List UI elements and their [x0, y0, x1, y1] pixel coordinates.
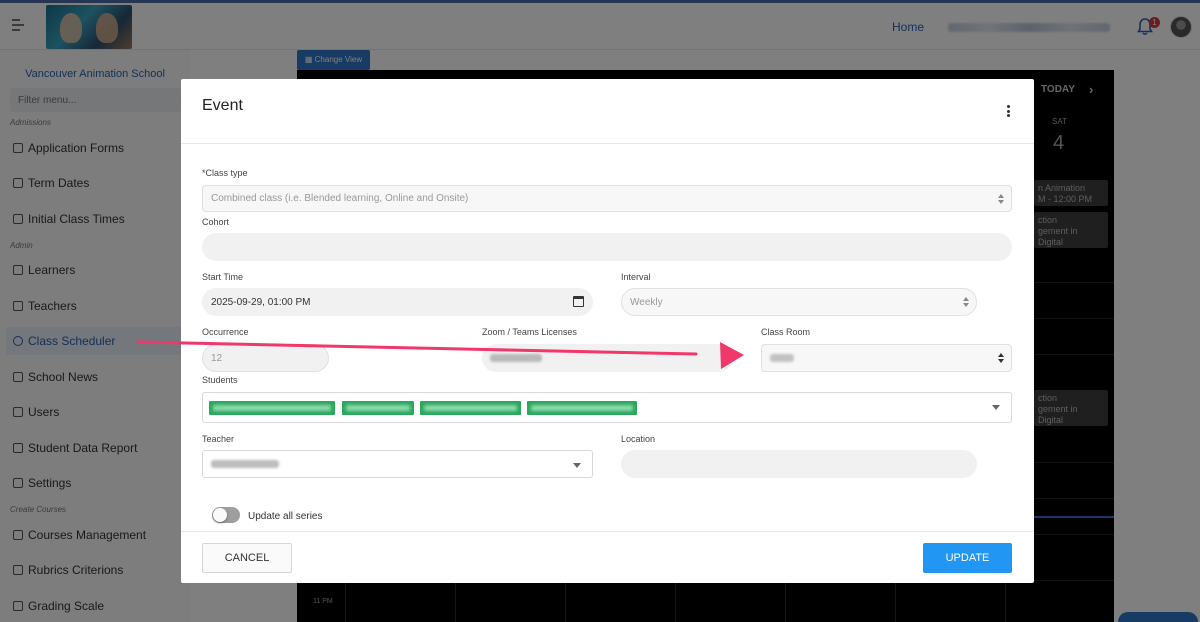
- class-type-label: *Class type: [202, 168, 248, 178]
- class-room-select[interactable]: [761, 344, 1012, 372]
- occurrence-label: Occurrence: [202, 327, 249, 337]
- update-all-series-toggle[interactable]: [212, 507, 240, 523]
- student-chip[interactable]: [527, 401, 637, 415]
- students-label: Students: [202, 375, 238, 385]
- class-type-select[interactable]: Combined class (i.e. Blended learning, O…: [202, 185, 1012, 212]
- zoom-licenses-label: Zoom / Teams Licenses: [482, 327, 577, 337]
- update-button[interactable]: UPDATE: [923, 543, 1012, 573]
- chevron-down-icon[interactable]: [573, 463, 581, 468]
- cohort-label: Cohort: [202, 217, 230, 227]
- class-room-label: Class Room: [761, 327, 811, 337]
- class-room-blurred: [770, 354, 794, 362]
- student-chip[interactable]: [342, 401, 414, 415]
- select-arrows-icon: [998, 194, 1004, 206]
- event-modal: Event *Class type Combined class (i.e. B…: [181, 79, 1034, 583]
- interval-label: Interval: [621, 272, 651, 282]
- occurrence-value: 12: [211, 352, 223, 364]
- interval-value: Weekly: [630, 296, 663, 308]
- occurrence-input[interactable]: 12: [202, 344, 329, 372]
- student-chip[interactable]: [209, 401, 335, 415]
- cancel-button[interactable]: CANCEL: [202, 543, 292, 573]
- student-chip[interactable]: [420, 401, 521, 415]
- zoom-license-blurred: [490, 354, 542, 362]
- modal-footer-divider: [181, 531, 1034, 532]
- start-time-input[interactable]: 2025-09-29, 01:00 PM: [202, 288, 593, 316]
- chevron-down-icon[interactable]: [992, 405, 1000, 410]
- students-multiselect[interactable]: [202, 392, 1012, 423]
- select-arrows-icon: [963, 297, 969, 309]
- select-arrows-icon: [998, 353, 1004, 365]
- cohort-input[interactable]: [202, 233, 1012, 261]
- more-options-icon[interactable]: [1007, 105, 1011, 117]
- start-time-value: 2025-09-29, 01:00 PM: [211, 296, 311, 308]
- zoom-licenses-select[interactable]: [482, 344, 733, 372]
- class-type-value: Combined class (i.e. Blended learning, O…: [211, 193, 469, 204]
- location-label: Location: [621, 434, 656, 444]
- modal-title: Event: [202, 97, 243, 114]
- update-all-series-label: Update all series: [248, 511, 323, 522]
- interval-select[interactable]: Weekly: [621, 288, 977, 316]
- modal-header-divider: [181, 143, 1034, 144]
- calendar-icon[interactable]: [573, 296, 584, 307]
- teacher-select[interactable]: [202, 450, 593, 478]
- location-input[interactable]: [621, 450, 977, 478]
- teacher-name-blurred: [211, 460, 279, 468]
- start-time-label: Start Time: [202, 272, 244, 282]
- teacher-label: Teacher: [202, 434, 235, 444]
